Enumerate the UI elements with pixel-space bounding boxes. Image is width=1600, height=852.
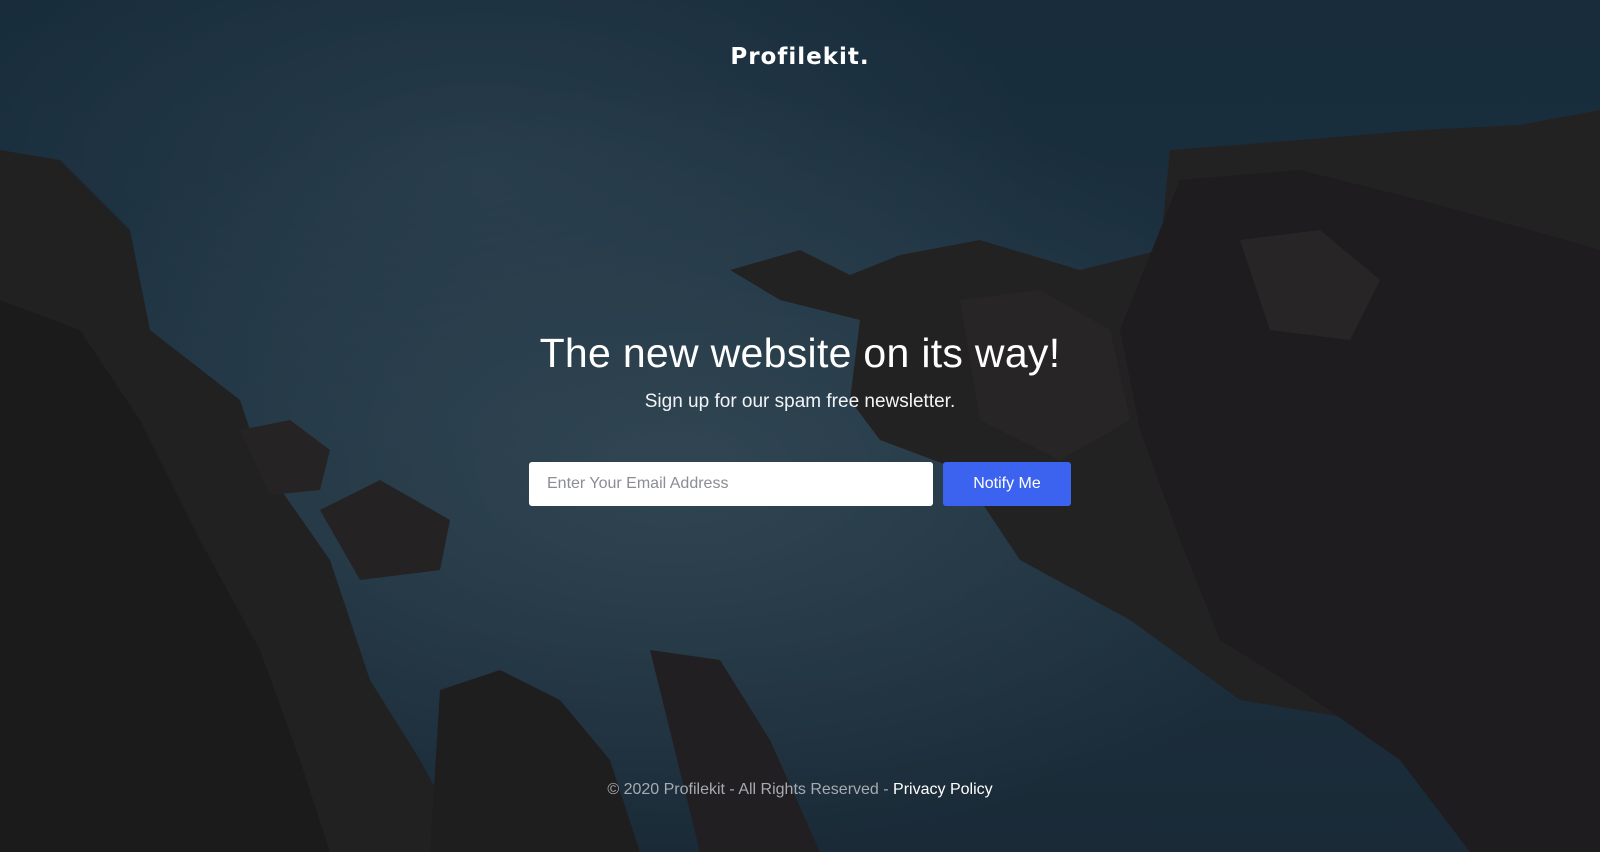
- footer: © 2020 Profilekit - All Rights Reserved …: [0, 781, 1600, 799]
- brand-logo[interactable]: Profilekit.: [0, 44, 1600, 70]
- privacy-policy-link[interactable]: Privacy Policy: [893, 781, 993, 798]
- email-input[interactable]: [529, 462, 933, 506]
- page-subheadline: Sign up for our spam free newsletter.: [644, 391, 956, 412]
- notify-me-button[interactable]: Notify Me: [943, 462, 1071, 506]
- dark-overlay: [0, 0, 1600, 852]
- newsletter-form: Notify Me: [529, 462, 1071, 506]
- page-headline: The new website on its way!: [539, 330, 1061, 376]
- copyright-text: © 2020 Profilekit - All Rights Reserved …: [607, 781, 894, 798]
